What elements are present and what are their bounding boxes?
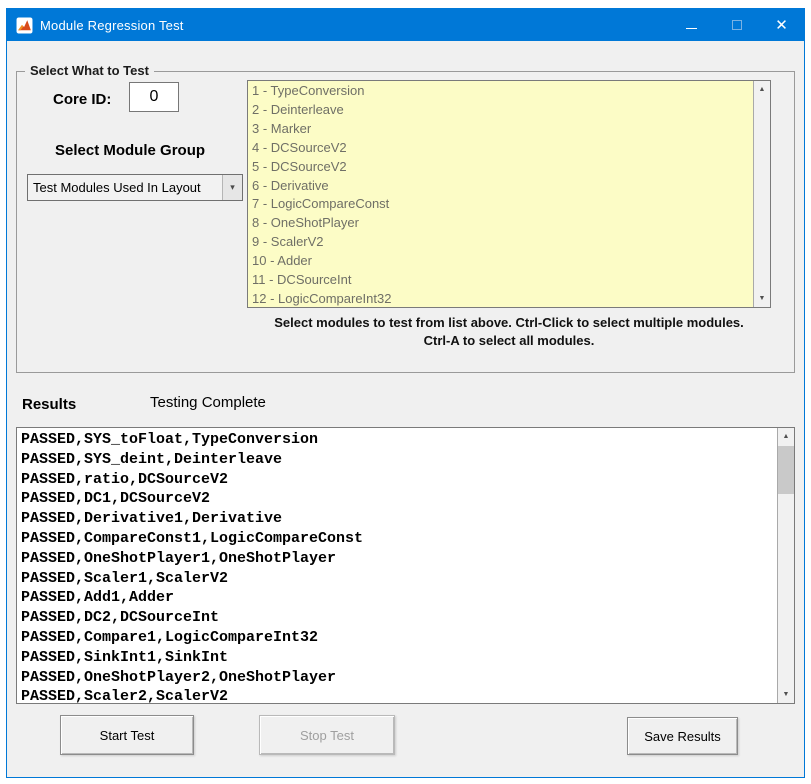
minimize-button[interactable] — [669, 9, 714, 41]
result-list-item[interactable]: PASSED,SYS_deint,Deinterleave — [21, 450, 777, 470]
scroll-down-icon[interactable]: ▼ — [754, 290, 770, 307]
matlab-icon — [16, 17, 33, 34]
result-list-item[interactable]: PASSED,SinkInt1,SinkInt — [21, 648, 777, 668]
result-list-item[interactable]: PASSED,Scaler1,ScalerV2 — [21, 569, 777, 589]
maximize-icon — [732, 20, 742, 30]
module-group-dropdown[interactable]: Test Modules Used In Layout ▾ — [27, 174, 243, 201]
core-id-label: Core ID: — [53, 91, 111, 108]
window-title: Module Regression Test — [40, 18, 184, 33]
scroll-up-icon[interactable]: ▲ — [754, 81, 770, 98]
module-group-label: Select Module Group — [55, 142, 205, 159]
result-list-item[interactable]: PASSED,OneShotPlayer2,OneShotPlayer — [21, 668, 777, 688]
titlebar[interactable]: Module Regression Test ✕ — [7, 9, 804, 41]
instructions-line2: Ctrl-A to select all modules. — [237, 332, 781, 350]
module-regression-test-window: Module Regression Test ✕ Select What to … — [6, 8, 805, 778]
window-body: Select What to Test Core ID: Select Modu… — [7, 41, 804, 777]
module-listbox[interactable]: 1 - TypeConversion2 - Deinterleave3 - Ma… — [247, 80, 771, 308]
window-controls: ✕ — [669, 9, 804, 41]
result-list-item[interactable]: PASSED,SYS_toFloat,TypeConversion — [21, 430, 777, 450]
select-what-to-test-panel: Select What to Test Core ID: Select Modu… — [16, 71, 795, 373]
save-results-button[interactable]: Save Results — [627, 717, 738, 755]
module-list-item[interactable]: 9 - ScalerV2 — [252, 233, 753, 252]
stop-test-button[interactable]: Stop Test — [259, 715, 395, 755]
module-list: 1 - TypeConversion2 - Deinterleave3 - Ma… — [248, 81, 753, 307]
module-list-scrollbar[interactable]: ▲ ▼ — [753, 81, 770, 307]
start-test-button[interactable]: Start Test — [60, 715, 194, 755]
module-select-instructions: Select modules to test from list above. … — [237, 314, 781, 350]
result-list-item[interactable]: PASSED,CompareConst1,LogicCompareConst — [21, 529, 777, 549]
result-list-item[interactable]: PASSED,ratio,DCSourceV2 — [21, 470, 777, 490]
module-group-selected-value: Test Modules Used In Layout — [28, 180, 222, 195]
results-listbox[interactable]: PASSED,SYS_toFloat,TypeConversionPASSED,… — [16, 427, 795, 704]
module-list-item[interactable]: 10 - Adder — [252, 252, 753, 271]
core-id-input[interactable] — [129, 82, 179, 112]
results-list: PASSED,SYS_toFloat,TypeConversionPASSED,… — [17, 428, 777, 703]
scrollbar-thumb[interactable] — [778, 446, 794, 494]
module-list-item[interactable]: 4 - DCSourceV2 — [252, 139, 753, 158]
results-label: Results — [22, 396, 76, 413]
module-list-item[interactable]: 7 - LogicCompareConst — [252, 195, 753, 214]
result-list-item[interactable]: PASSED,DC2,DCSourceInt — [21, 608, 777, 628]
close-icon: ✕ — [775, 16, 788, 34]
instructions-line1: Select modules to test from list above. … — [237, 314, 781, 332]
module-list-item[interactable]: 1 - TypeConversion — [252, 82, 753, 101]
scroll-down-icon[interactable]: ▼ — [778, 686, 794, 703]
minimize-icon — [686, 28, 697, 29]
result-list-item[interactable]: PASSED,Scaler2,ScalerV2 — [21, 687, 777, 703]
chevron-down-icon[interactable]: ▾ — [222, 175, 242, 200]
results-status-text: Testing Complete — [150, 394, 266, 411]
results-scrollbar[interactable]: ▲ ▼ — [777, 428, 794, 703]
module-list-item[interactable]: 3 - Marker — [252, 120, 753, 139]
result-list-item[interactable]: PASSED,DC1,DCSourceV2 — [21, 489, 777, 509]
module-list-item[interactable]: 8 - OneShotPlayer — [252, 214, 753, 233]
close-button[interactable]: ✕ — [759, 9, 804, 41]
module-list-item[interactable]: 11 - DCSourceInt — [252, 271, 753, 290]
result-list-item[interactable]: PASSED,OneShotPlayer1,OneShotPlayer — [21, 549, 777, 569]
module-list-item[interactable]: 2 - Deinterleave — [252, 101, 753, 120]
scroll-up-icon[interactable]: ▲ — [778, 428, 794, 445]
module-list-item[interactable]: 6 - Derivative — [252, 177, 753, 196]
result-list-item[interactable]: PASSED,Derivative1,Derivative — [21, 509, 777, 529]
result-list-item[interactable]: PASSED,Compare1,LogicCompareInt32 — [21, 628, 777, 648]
maximize-button[interactable] — [714, 9, 759, 41]
panel-legend: Select What to Test — [25, 63, 154, 78]
module-list-item[interactable]: 5 - DCSourceV2 — [252, 158, 753, 177]
result-list-item[interactable]: PASSED,Add1,Adder — [21, 588, 777, 608]
module-list-item[interactable]: 12 - LogicCompareInt32 — [252, 290, 753, 307]
